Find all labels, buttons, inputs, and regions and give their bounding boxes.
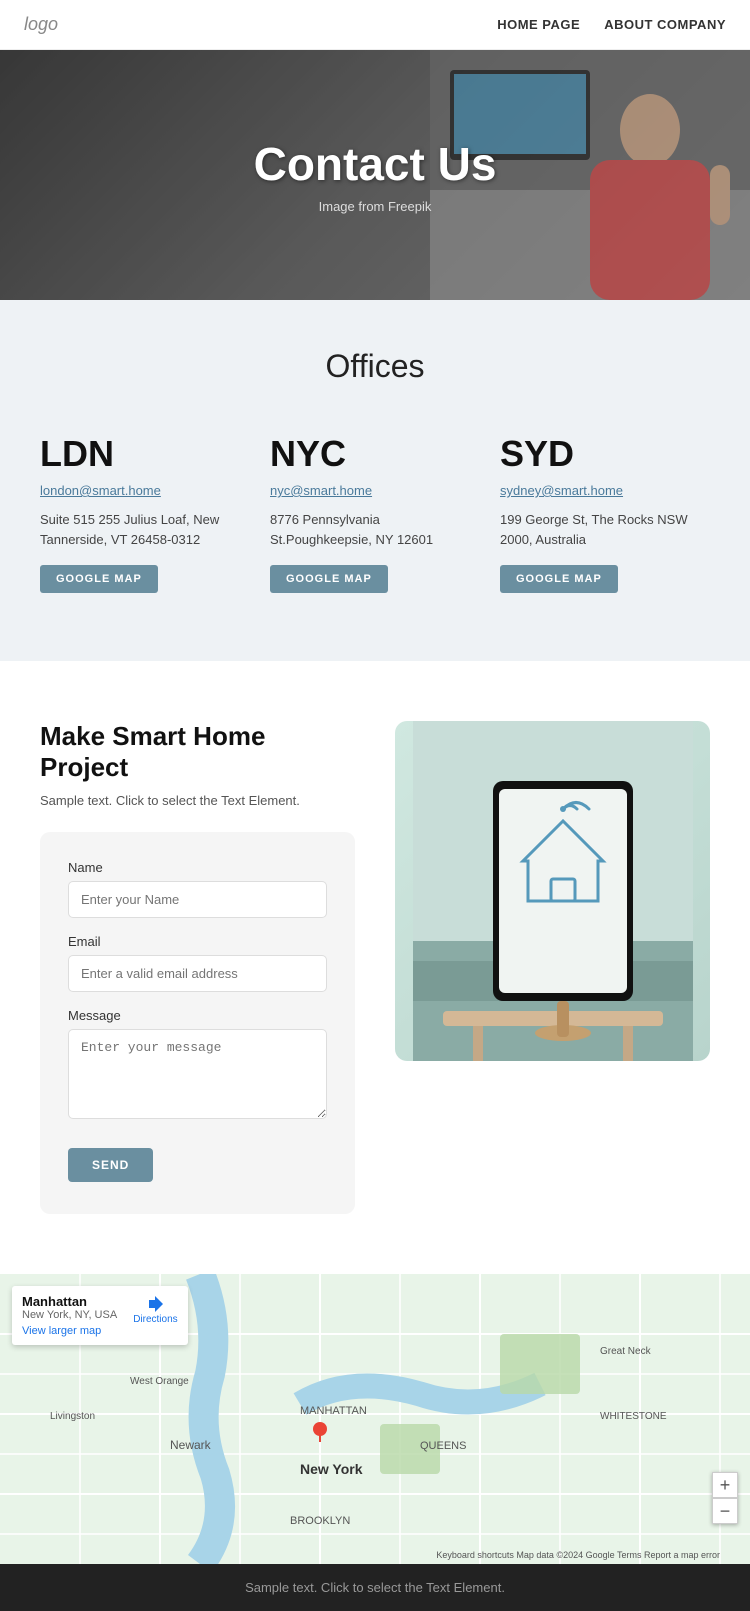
svg-text:WHITESTONE: WHITESTONE: [600, 1411, 667, 1422]
contact-section: Make Smart Home Project Sample text. Cli…: [0, 661, 750, 1274]
form-card: Name Email Message SEND: [40, 832, 355, 1214]
offices-section: Offices LDN london@smart.home Suite 515 …: [0, 300, 750, 661]
name-input[interactable]: [68, 881, 327, 918]
office-nyc-email[interactable]: nyc@smart.home: [270, 483, 480, 498]
map-footer-text: Keyboard shortcuts Map data ©2024 Google…: [436, 1550, 720, 1560]
svg-text:West Orange: West Orange: [130, 1376, 189, 1387]
ldn-google-map-button[interactable]: GOOGLE MAP: [40, 565, 158, 593]
svg-text:Livingston: Livingston: [50, 1411, 95, 1422]
zoom-controls: + −: [712, 1472, 738, 1524]
nav-links: HOME PAGE ABOUT COMPANY: [497, 17, 726, 32]
office-syd-name: SYD: [500, 433, 710, 475]
contact-subtext: Sample text. Click to select the Text El…: [40, 793, 355, 808]
syd-google-map-button[interactable]: GOOGLE MAP: [500, 565, 618, 593]
office-nyc-address: 8776 Pennsylvania St.Poughkeepsie, NY 12…: [270, 510, 480, 549]
office-nyc: NYC nyc@smart.home 8776 Pennsylvania St.…: [270, 425, 480, 601]
contact-heading: Make Smart Home Project: [40, 721, 355, 783]
smart-home-image: [395, 721, 710, 1061]
map-info-box: Manhattan New York, NY, USA Directions V…: [12, 1286, 188, 1345]
logo: logo: [24, 14, 58, 35]
smart-home-svg: [413, 721, 693, 1061]
office-ldn-email[interactable]: london@smart.home: [40, 483, 250, 498]
office-syd: SYD sydney@smart.home 199 George St, The…: [500, 425, 710, 601]
view-larger-map-link[interactable]: View larger map: [22, 1325, 101, 1337]
map-location-title: Manhattan: [22, 1294, 117, 1309]
footer-text: Sample text. Click to select the Text El…: [16, 1580, 734, 1595]
svg-text:Newark: Newark: [170, 1438, 212, 1452]
hero-section: Contact Us Image from Freepik: [0, 50, 750, 300]
office-syd-email[interactable]: sydney@smart.home: [500, 483, 710, 498]
message-field-group: Message: [68, 1008, 327, 1124]
office-ldn-name: LDN: [40, 433, 250, 475]
message-label: Message: [68, 1008, 327, 1023]
zoom-in-button[interactable]: +: [712, 1472, 738, 1498]
zoom-out-button[interactable]: −: [712, 1498, 738, 1524]
name-field-group: Name: [68, 860, 327, 918]
navigation: logo HOME PAGE ABOUT COMPANY: [0, 0, 750, 50]
map-location-subtitle: New York, NY, USA: [22, 1309, 117, 1321]
office-syd-address: 199 George St, The Rocks NSW 2000, Austr…: [500, 510, 710, 549]
svg-text:New York: New York: [300, 1461, 363, 1477]
hero-content: Contact Us Image from Freepik: [254, 137, 497, 214]
office-ldn-address: Suite 515 255 Julius Loaf, New Tannersid…: [40, 510, 250, 549]
office-ldn: LDN london@smart.home Suite 515 255 Juli…: [40, 425, 250, 601]
footer: Sample text. Click to select the Text El…: [0, 1564, 750, 1611]
contact-form-area: Make Smart Home Project Sample text. Cli…: [40, 721, 355, 1214]
office-nyc-name: NYC: [270, 433, 480, 475]
directions-label[interactable]: Directions: [133, 1314, 177, 1325]
email-field-group: Email: [68, 934, 327, 992]
send-button[interactable]: SEND: [68, 1148, 153, 1182]
offices-heading: Offices: [40, 348, 710, 385]
name-label: Name: [68, 860, 327, 875]
directions-icon: [145, 1294, 165, 1314]
nyc-google-map-button[interactable]: GOOGLE MAP: [270, 565, 388, 593]
contact-image-area: [395, 721, 710, 1214]
map-background: New York MANHATTAN Newark QUEENS BROOKLY…: [0, 1274, 750, 1564]
svg-text:QUEENS: QUEENS: [420, 1440, 466, 1452]
svg-text:Great Neck: Great Neck: [600, 1346, 652, 1357]
svg-text:MANHATTAN: MANHATTAN: [300, 1405, 367, 1417]
nav-home[interactable]: HOME PAGE: [497, 17, 580, 32]
nav-about[interactable]: ABOUT COMPANY: [604, 17, 726, 32]
map-section: New York MANHATTAN Newark QUEENS BROOKLY…: [0, 1274, 750, 1564]
hero-subtitle: Image from Freepik: [254, 199, 497, 214]
email-input[interactable]: [68, 955, 327, 992]
hero-title: Contact Us: [254, 137, 497, 191]
message-textarea[interactable]: [68, 1029, 327, 1119]
email-label: Email: [68, 934, 327, 949]
svg-text:BROOKLYN: BROOKLYN: [290, 1515, 350, 1527]
offices-grid: LDN london@smart.home Suite 515 255 Juli…: [40, 425, 710, 601]
